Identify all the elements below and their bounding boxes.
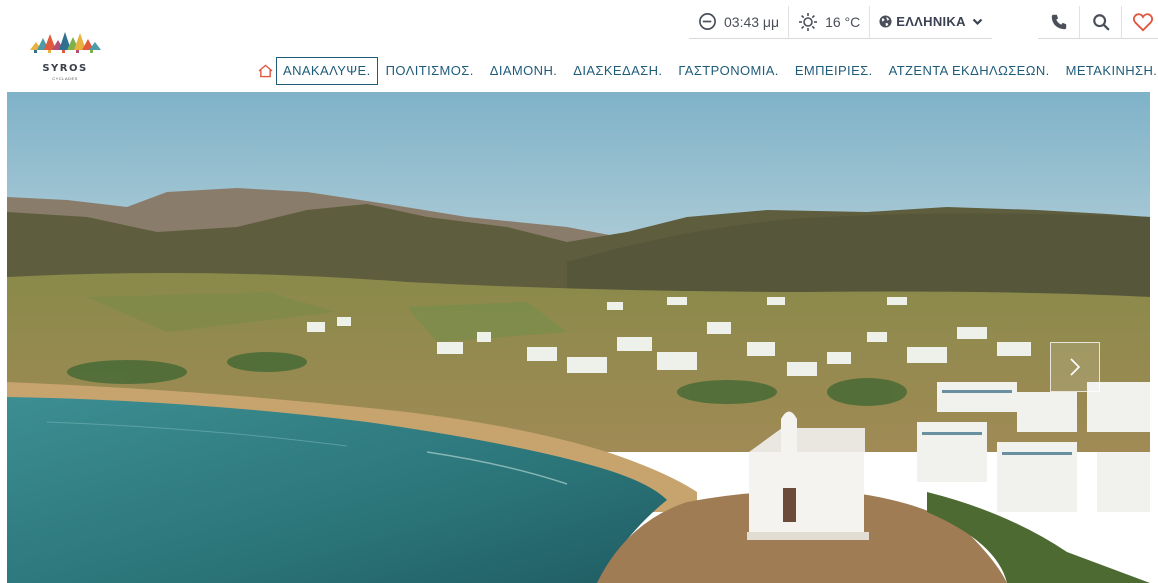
language-label: ΕΛΛΗΝΙΚΑ: [896, 14, 966, 29]
home-icon: [258, 64, 273, 78]
site-logo[interactable]: SYROS CYCLADES: [26, 28, 104, 84]
phone-button[interactable]: [1038, 6, 1079, 38]
site-header: SYROS CYCLADES 03:43 μμ 16 °C ΕΛΛΗΝΙΚΑ Α…: [0, 0, 1158, 92]
nav-item-empeiries[interactable]: ΕΜΠΕΙΡΙΕΣ.: [787, 57, 881, 85]
language-selector[interactable]: ΕΛΛΗΝΙΚΑ: [869, 5, 992, 38]
action-group: [1038, 5, 1158, 39]
hero-image: [7, 92, 1150, 583]
logo-wordmark: SYROS: [42, 63, 88, 74]
logo-subtitle: CYCLADES: [52, 76, 78, 81]
favorites-button[interactable]: [1121, 5, 1158, 38]
nav-item-atzenta[interactable]: ΑΤΖΕΝΤΑ ΕΚΔΗΛΩΣΕΩΝ.: [881, 57, 1058, 85]
search-icon: [1092, 13, 1109, 30]
hero-landscape: [7, 92, 1150, 583]
chevron-down-icon: [972, 18, 983, 25]
temperature-text: 16 °C: [825, 13, 861, 30]
home-link[interactable]: [258, 57, 273, 85]
action-icons: [1038, 5, 1158, 39]
slider-next-button[interactable]: [1050, 342, 1100, 392]
sun-icon: [799, 12, 818, 31]
nav-item-diaskedasi[interactable]: ΔΙΑΣΚΕΔΑΣΗ.: [565, 57, 670, 85]
search-button[interactable]: [1079, 5, 1121, 38]
nav-item-politismos[interactable]: ΠΟΛΙΤΙΣΜΟΣ.: [378, 57, 482, 85]
logo-mosaic-icon: [30, 32, 101, 53]
nav-item-gastronomia[interactable]: ΓΑΣΤΡΟΝΟΜΙΑ.: [670, 57, 786, 85]
globe-icon: [879, 15, 892, 28]
local-time: 03:43 μμ: [689, 6, 788, 38]
nav-item-diamoni[interactable]: ΔΙΑΜΟΝΗ.: [482, 57, 566, 85]
phone-icon: [1051, 14, 1066, 29]
main-nav: ΑΝΑΚΑΛΥΨΕ. ΠΟΛΙΤΙΣΜΟΣ. ΔΙΑΜΟΝΗ. ΔΙΑΣΚΕΔΑ…: [258, 57, 1157, 85]
heart-icon: [1132, 12, 1153, 31]
nav-item-metakinisi[interactable]: ΜΕΤΑΚΙΝΗΣΗ.: [1058, 57, 1158, 85]
nav-item-anakalypse[interactable]: ΑΝΑΚΑΛΥΨΕ.: [276, 57, 378, 85]
info-group: 03:43 μμ 16 °C ΕΛΛΗΝΙΚΑ: [689, 5, 992, 39]
page-margin-right: [1150, 92, 1158, 583]
page-margin-left: [0, 92, 7, 583]
utility-bar: 03:43 μμ 16 °C ΕΛΛΗΝΙΚΑ: [689, 5, 992, 39]
chevron-right-icon: [1070, 358, 1081, 376]
clock-icon: [699, 13, 716, 30]
time-text: 03:43 μμ: [724, 13, 780, 30]
weather: 16 °C: [788, 5, 869, 38]
